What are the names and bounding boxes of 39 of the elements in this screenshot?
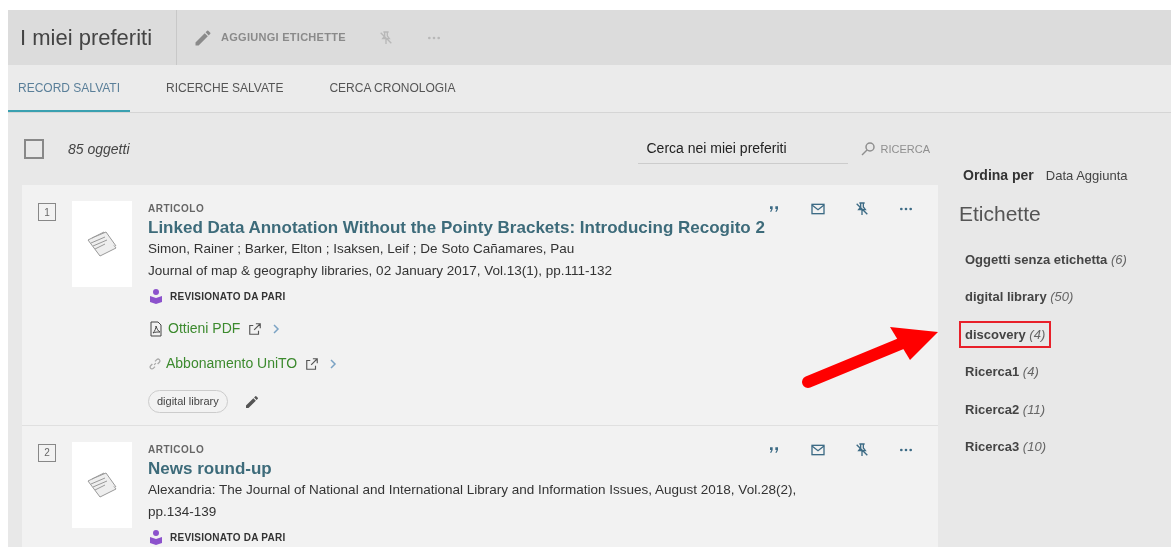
peer-reviewed-icon [148, 529, 164, 545]
record-details: Simon, Rainer ; Barker, Elton ; Isaksen, Leif ; De Soto Cañamares, Pau [148, 240, 576, 259]
record-title-link[interactable]: News round-up [148, 457, 272, 479]
external-link-icon [248, 321, 263, 336]
search-icon [860, 141, 877, 157]
access-link[interactable]: Abbonamento UniTO [166, 353, 298, 375]
external-link-icon [305, 356, 320, 371]
label-filter[interactable]: Oggetti senza etichetta (6) [959, 245, 1133, 273]
link-icon [148, 356, 162, 371]
label-filter[interactable]: Ricerca3 (10) [959, 433, 1052, 461]
tab[interactable]: RICERCHE SALVATE [156, 65, 294, 112]
tab[interactable]: CERCA CRONOLOGIA [319, 65, 466, 112]
record-number: 2 [38, 443, 56, 462]
peer-reviewed-label: REVISIONATO DA PARI [170, 530, 286, 545]
record-details: Alexandria: The Journal of National and International Library and Information Issues, August 2018, Vol.28(2), [148, 481, 798, 499]
search-field[interactable]: Cerca nei miei preferiti [638, 134, 849, 164]
peer-reviewed-icon [148, 288, 164, 305]
unpin-icon[interactable] [854, 201, 870, 217]
sort-dropdown[interactable]: Data Aggiunta [1045, 165, 1128, 186]
pdf-file-icon [148, 320, 164, 337]
label-filter[interactable]: discovery (4) [959, 320, 1052, 348]
record-details: Journal of map & geography libraries, 02 January 2017, Vol.13(1), pp.111-132 [148, 262, 614, 281]
pencil-icon [243, 393, 260, 410]
select-all-checkbox[interactable] [24, 139, 44, 159]
sort-label: Ordina per [963, 166, 1034, 185]
access-link[interactable]: Ottieni PDF [168, 318, 241, 340]
record-type: ARTICOLO [148, 202, 205, 216]
label-filter[interactable]: digital library (50) [959, 283, 1080, 311]
record-details: pp.134-139 [148, 503, 218, 521]
label-filter[interactable]: Ricerca1 (4) [959, 358, 1045, 386]
record-title-link[interactable]: Linked Data Annotation Without the Pointy Brackets: Introducing Recogito 2 [148, 217, 765, 239]
unpin-icon[interactable] [854, 441, 870, 458]
item-count: 85 oggetti [68, 139, 130, 159]
labels-heading: Etichette [959, 201, 1042, 227]
email-icon[interactable] [810, 201, 826, 217]
record-type: ARTICOLO [148, 442, 205, 457]
label-filter[interactable]: Ricerca2 (11) [959, 395, 1051, 423]
peer-reviewed-label: REVISIONATO DA PARI [170, 289, 286, 304]
record-number: 1 [38, 203, 56, 221]
